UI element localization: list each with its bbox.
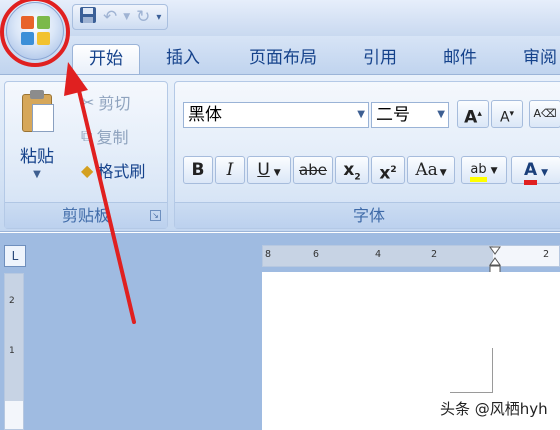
font-color-button[interactable]: A ▼ [511,156,560,185]
save-icon[interactable] [79,6,97,29]
tab-review[interactable]: 审阅 [516,44,560,76]
font-name-field[interactable]: 黑体 ▼ [183,102,369,128]
brush-icon: ◆ [81,160,94,180]
highlight-circle [0,0,70,67]
grow-font-glyph: A [464,107,478,128]
font-name-value: 黑体 [188,105,222,125]
scissors-icon: ✂ [81,92,95,112]
cut-button[interactable]: ✂ 剪切 [81,90,130,114]
tab-home[interactable]: 开始 [72,44,140,76]
shrink-font-glyph: A [499,109,510,126]
vruler-mark: 1 [9,346,15,356]
quick-access-toolbar: ↶ ▼ ↻ ▾ [72,4,169,30]
font-color-glyph: A [523,160,538,185]
vertical-ruler[interactable]: 2 1 [4,273,24,430]
ruler-tick: 4 [375,249,382,260]
tab-insert[interactable]: 插入 [158,44,208,76]
horizontal-ruler[interactable]: 8 6 4 2 2 [262,245,560,275]
tab-selector-button[interactable]: L [4,245,26,267]
margin-corner-mark [450,392,493,393]
margin-corner-mark [492,348,493,392]
watermark: 头条 @风栖hyh [440,400,548,418]
copy-label: 复制 [96,128,129,147]
format-painter-label: 格式刷 [97,162,146,181]
font-group-label: 字体 [175,202,560,228]
ribbon: 粘贴 ▼ ✂ 剪切 ⧉ 复制 ◆ 格式刷 剪贴板 ↘ 黑体 ▼ 二号 ▼ A▴ [0,74,560,232]
vruler-mark: 2 [9,296,15,306]
paste-icon [18,90,56,134]
paste-label: 粘贴 [20,147,54,167]
subscript-mark: 2 [354,172,361,183]
strikethrough-button[interactable]: abe [293,156,333,184]
font-group: 黑体 ▼ 二号 ▼ A▴ A▾ A⌫ B I U ▼ abe x2 x2 Aa ▼ … [174,81,560,229]
undo-dropdown-icon[interactable]: ▼ [123,12,130,22]
clipboard-group-label: 剪贴板 [5,202,167,228]
clipboard-launcher-icon[interactable]: ↘ [150,210,161,221]
paste-dropdown-icon[interactable]: ▼ [13,169,61,180]
superscript-glyph: x [379,163,391,184]
copy-icon: ⧉ [81,126,93,145]
tab-page-layout[interactable]: 页面布局 [240,44,326,76]
ruler-tick: 2 [543,249,550,260]
subscript-glyph: x [343,160,355,180]
qat-dropdown-icon[interactable]: ▾ [156,12,161,23]
tab-mailings[interactable]: 邮件 [436,44,484,76]
font-name-dropdown-icon[interactable]: ▼ [357,103,365,127]
paste-button[interactable]: 粘贴 ▼ [13,90,61,180]
cut-label: 剪切 [98,94,131,113]
shrink-font-button[interactable]: A▾ [491,100,523,128]
bold-button[interactable]: B [183,156,213,184]
underline-button[interactable]: U ▼ [247,156,291,184]
superscript-mark: 2 [390,165,397,175]
grow-font-button[interactable]: A▴ [457,100,489,128]
superscript-button[interactable]: x2 [371,156,405,184]
font-size-dropdown-icon[interactable]: ▼ [437,103,445,127]
format-painter-button[interactable]: ◆ 格式刷 [81,158,145,182]
ruler-tick: 8 [265,249,272,260]
clipboard-group: 粘贴 ▼ ✂ 剪切 ⧉ 复制 ◆ 格式刷 剪贴板 ↘ [4,81,168,229]
vruler-page-section [5,401,23,429]
font-size-value: 二号 [376,105,410,125]
italic-button[interactable]: I [215,156,245,184]
ruler-tick: 2 [431,249,438,260]
copy-button[interactable]: ⧉ 复制 [81,124,128,148]
ribbon-tabs: 开始 插入 页面布局 引用 邮件 审阅 [0,36,560,76]
highlight-glyph: ab [470,162,487,182]
highlight-button[interactable]: ab ▼ [461,156,507,184]
underline-glyph: U [257,160,270,180]
redo-icon[interactable]: ↻ [136,7,150,27]
ruler-tick: 6 [313,249,320,260]
subscript-button[interactable]: x2 [335,156,369,184]
undo-icon[interactable]: ↶ [103,7,117,27]
clear-format-icon[interactable]: A⌫ [529,100,560,128]
tab-references[interactable]: 引用 [356,44,404,76]
font-size-field[interactable]: 二号 ▼ [371,102,449,128]
change-case-glyph: Aa [415,160,438,180]
change-case-button[interactable]: Aa ▼ [407,156,455,184]
